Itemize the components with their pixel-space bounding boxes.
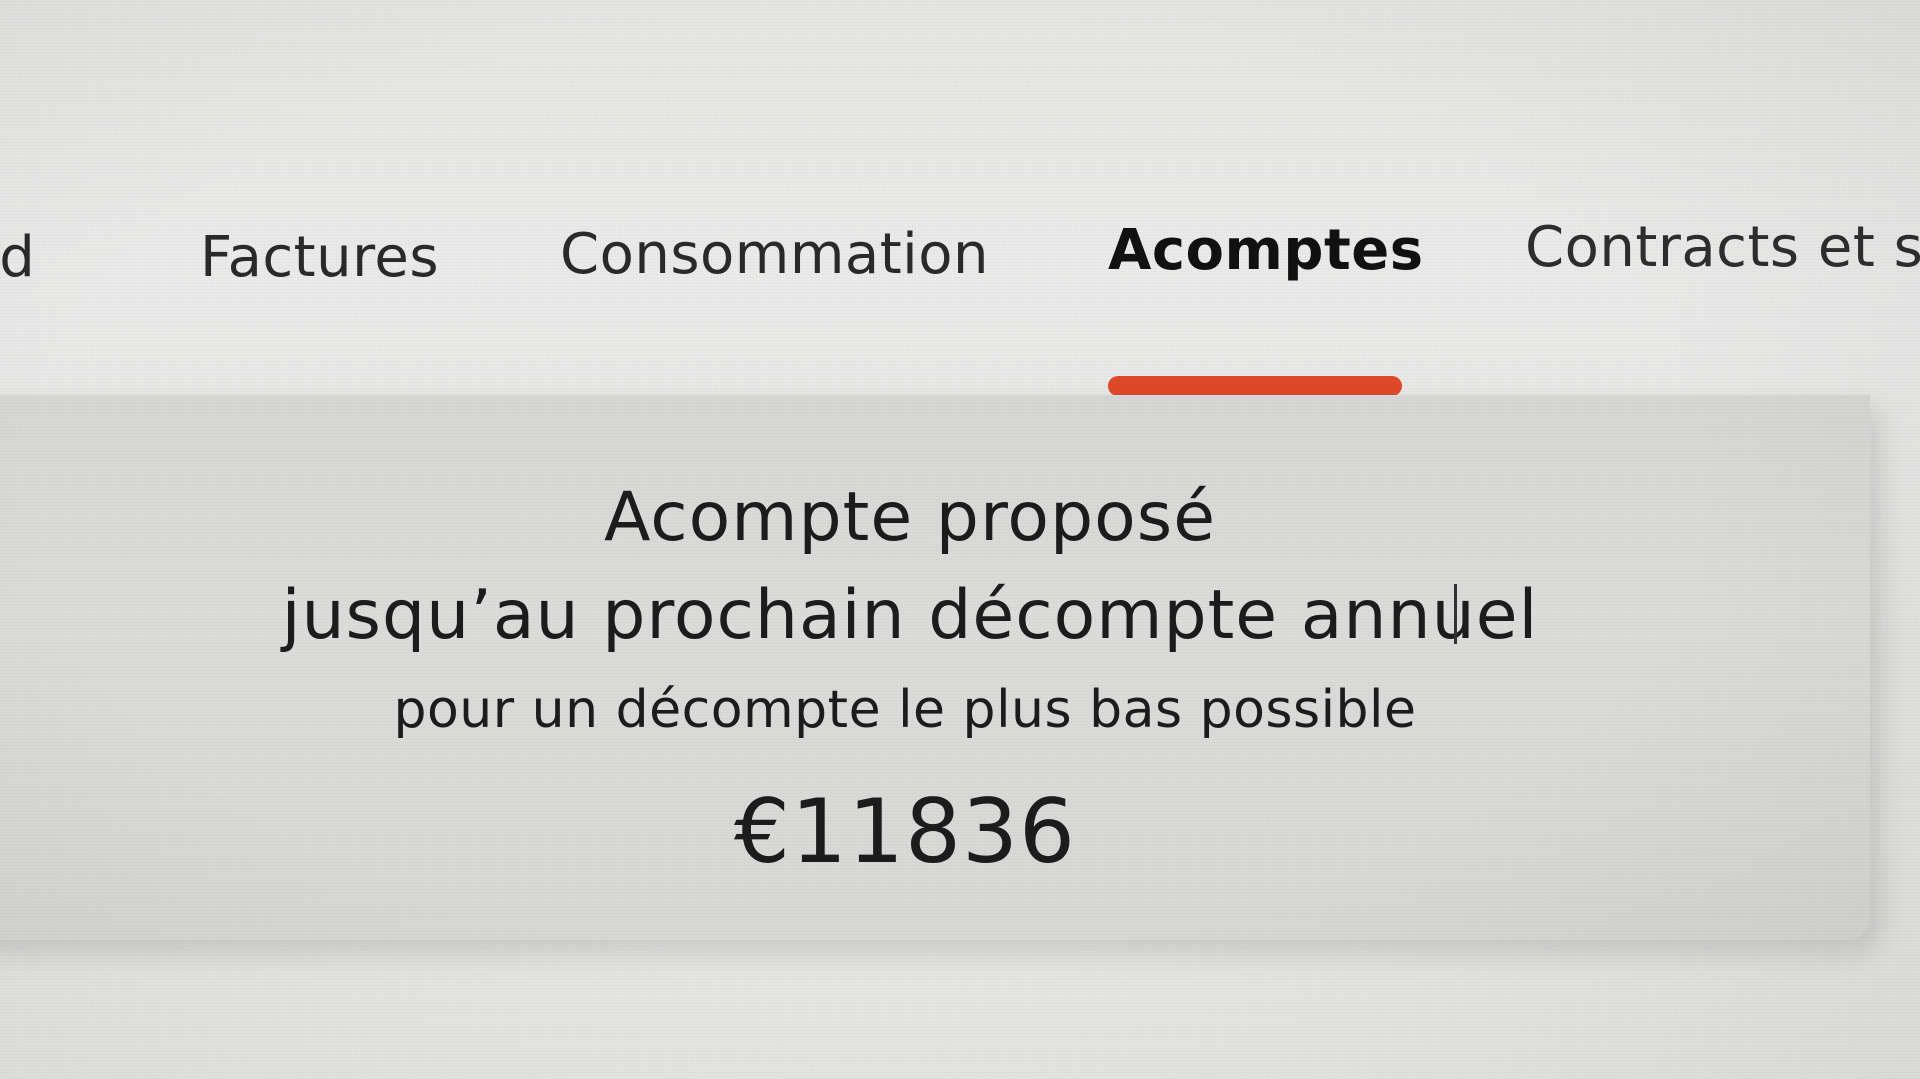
acompte-amount: €11836 xyxy=(734,780,1076,883)
acompte-title: Acompte proposé xyxy=(603,478,1217,557)
tab-navigation: ord Factures Consommation Acomptes Contr… xyxy=(0,0,1920,400)
tab-dashboard[interactable]: ord xyxy=(0,225,80,290)
acompte-note: pour un décompte le plus bas possible xyxy=(393,680,1417,740)
tab-consommation[interactable]: Consommation xyxy=(560,222,989,287)
tab-contracts[interactable]: Contracts et s xyxy=(1525,215,1920,280)
active-tab-indicator xyxy=(1108,376,1402,396)
tab-factures[interactable]: Factures xyxy=(200,225,439,290)
acompte-subtitle: jusqu’au prochain décompte annuel xyxy=(281,576,1539,655)
text-cursor xyxy=(1454,584,1457,644)
tab-acomptes[interactable]: Acomptes xyxy=(1108,218,1424,283)
